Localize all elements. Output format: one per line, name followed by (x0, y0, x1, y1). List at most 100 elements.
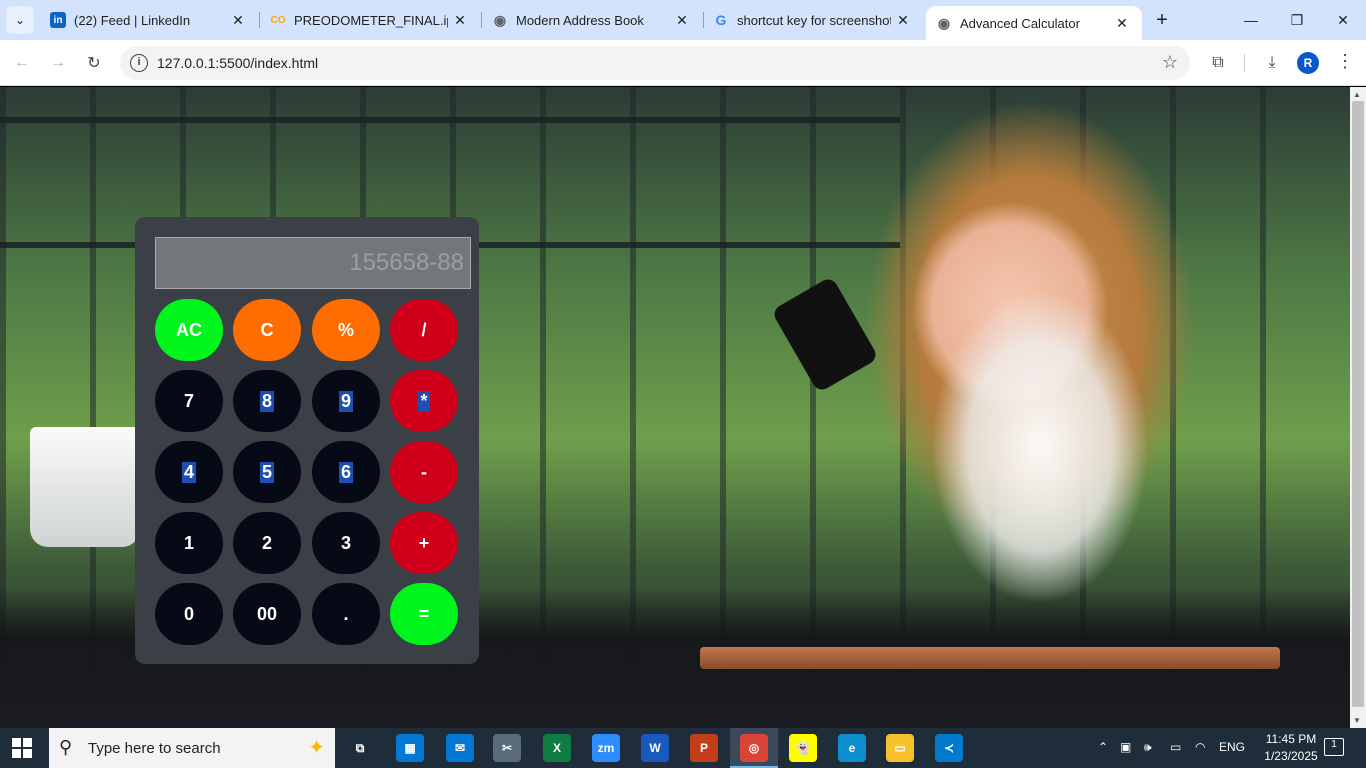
extensions-icon[interactable]: ⧉ (1206, 51, 1230, 75)
tab-strip: ⌄ in (22) Feed | LinkedIn ✕ CO PREODOMET… (0, 0, 1366, 40)
calc-key-1[interactable]: C (233, 299, 301, 361)
new-tab-button[interactable]: + (1150, 8, 1174, 32)
close-icon[interactable]: ✕ (670, 12, 694, 29)
tab-address-book[interactable]: ◉ Modern Address Book ✕ (482, 0, 702, 40)
tab-title: shortcut key for screenshot in (737, 12, 891, 28)
chrome-icon[interactable]: ◎ (740, 734, 768, 762)
download-icon[interactable]: ⤓ (1260, 51, 1284, 75)
tab-search-button[interactable]: ⌄ (6, 6, 34, 34)
store-icon[interactable]: ▦ (396, 734, 424, 762)
calc-key-15[interactable]: + (390, 512, 458, 574)
calc-key-label: + (418, 532, 430, 553)
search-icon: ⚲ (59, 737, 73, 757)
scrollbar[interactable]: ▲ ▼ (1350, 87, 1366, 728)
close-icon[interactable]: ✕ (1110, 15, 1134, 32)
task-view-icon[interactable]: ⧉ (346, 734, 374, 762)
calc-key-label: 2 (261, 532, 272, 553)
calc-key-0[interactable]: AC (155, 299, 223, 361)
calc-key-label: - (421, 461, 427, 482)
back-button[interactable]: ← (8, 49, 36, 77)
taskbar-search-box[interactable]: ⚲ Type here to search ✦ (49, 728, 335, 768)
tab-google-search[interactable]: G shortcut key for screenshot in ✕ (703, 0, 923, 40)
railing (0, 117, 900, 123)
close-icon[interactable]: ✕ (448, 12, 472, 29)
close-window-button[interactable]: ✕ (1320, 0, 1366, 40)
calc-key-label: 00 (256, 603, 278, 624)
chevron-up-icon[interactable]: ⌃ (1098, 740, 1108, 754)
close-icon[interactable]: ✕ (891, 12, 915, 29)
colab-icon: CO (270, 14, 286, 26)
calc-key-5[interactable]: 8 (233, 370, 301, 432)
calc-key-label: 0 (183, 603, 194, 624)
battery-icon[interactable]: ▭ (1170, 740, 1181, 754)
snipping-tool-icon[interactable]: ✂ (493, 734, 521, 762)
tab-colab[interactable]: CO PREODOMETER_FINAL.ipynb ✕ (260, 0, 480, 40)
globe-icon: ◉ (937, 14, 951, 31)
cup-image (30, 427, 140, 547)
powerpoint-icon[interactable]: P (690, 734, 718, 762)
close-icon[interactable]: ✕ (226, 12, 250, 29)
table-image (700, 647, 1280, 669)
calc-key-7[interactable]: * (390, 370, 458, 432)
word-icon[interactable]: W (641, 734, 669, 762)
calc-key-18[interactable]: . (312, 583, 380, 645)
calc-key-label: 8 (259, 390, 274, 412)
date: 1/23/2025 (1264, 749, 1318, 763)
battery-saver-icon[interactable]: ▣ (1120, 740, 1131, 754)
volume-icon[interactable]: 🕪 (1144, 740, 1152, 755)
vscode-icon[interactable]: ≺ (935, 734, 963, 762)
windows-start-icon[interactable] (12, 738, 32, 758)
tab-title: (22) Feed | LinkedIn (74, 12, 191, 28)
wifi-icon[interactable]: ◠ (1195, 740, 1205, 754)
calc-key-13[interactable]: 2 (233, 512, 301, 574)
calc-key-4[interactable]: 7 (155, 370, 223, 432)
mail-icon[interactable]: ✉ (446, 734, 474, 762)
calc-key-label: . (343, 603, 349, 624)
calc-key-16[interactable]: 0 (155, 583, 223, 645)
calculator: 155658-88 AC C%/7 8 9 * 4 5 6-1 2 3 +0 00. = (135, 217, 479, 664)
calc-key-label: = (418, 603, 430, 624)
calc-key-11[interactable]: - (390, 441, 458, 503)
forward-button[interactable]: → (44, 49, 72, 77)
calc-key-label: 6 (338, 461, 353, 483)
tab-linkedin[interactable]: in (22) Feed | LinkedIn ✕ (40, 0, 258, 40)
calc-key-12[interactable]: 1 (155, 512, 223, 574)
zoom-icon[interactable]: zm (592, 734, 620, 762)
menu-kebab-icon[interactable]: ⋮ (1336, 51, 1354, 72)
taskbar: ⚲ Type here to search ✦ ⧉ ▦ ✉ ✂ Xzm W P ◎ 👻 e ▭ ≺ ⌃… (0, 728, 1366, 768)
calculator-display[interactable]: 155658-88 (155, 237, 471, 289)
calc-key-8[interactable]: 4 (155, 441, 223, 503)
calc-key-2[interactable]: % (312, 299, 380, 361)
snapchat-icon[interactable]: 👻 (789, 734, 817, 762)
calc-key-label: / (421, 319, 427, 340)
avatar[interactable]: R (1297, 52, 1319, 74)
scroll-up-icon[interactable]: ▲ (1353, 90, 1361, 99)
calc-key-label: 5 (259, 461, 274, 483)
calc-key-label: 3 (340, 532, 351, 553)
scroll-down-icon[interactable]: ▼ (1353, 716, 1361, 725)
notification-center-icon[interactable]: 1 (1324, 738, 1344, 756)
calc-key-3[interactable]: / (390, 299, 458, 361)
minimize-button[interactable]: — (1228, 0, 1274, 40)
excel-icon[interactable]: X (543, 734, 571, 762)
calc-key-19[interactable]: = (390, 583, 458, 645)
calc-key-10[interactable]: 6 (312, 441, 380, 503)
address-bar[interactable]: i 127.0.0.1:5500/index.html ☆ (120, 46, 1190, 80)
calc-key-14[interactable]: 3 (312, 512, 380, 574)
reload-button[interactable]: ↻ (80, 49, 108, 77)
calc-key-6[interactable]: 9 (312, 370, 380, 432)
calc-key-17[interactable]: 00 (233, 583, 301, 645)
calc-key-9[interactable]: 5 (233, 441, 301, 503)
url-text[interactable]: 127.0.0.1:5500/index.html (157, 55, 318, 71)
clock[interactable]: 11:45 PM 1/23/2025 (1256, 731, 1326, 765)
file-explorer-icon[interactable]: ▭ (886, 734, 914, 762)
bookmark-star-icon[interactable]: ☆ (1162, 52, 1178, 73)
scrollbar-thumb[interactable] (1352, 101, 1364, 707)
globe-icon: ◉ (493, 11, 507, 28)
edge-icon[interactable]: e (838, 734, 866, 762)
restore-button[interactable]: ❐ (1274, 0, 1320, 40)
phone-image (770, 275, 880, 394)
language-indicator[interactable]: ENG (1219, 740, 1245, 754)
site-info-icon[interactable]: i (130, 54, 148, 72)
tab-advanced-calculator[interactable]: ◉ Advanced Calculator ✕ (926, 6, 1142, 40)
